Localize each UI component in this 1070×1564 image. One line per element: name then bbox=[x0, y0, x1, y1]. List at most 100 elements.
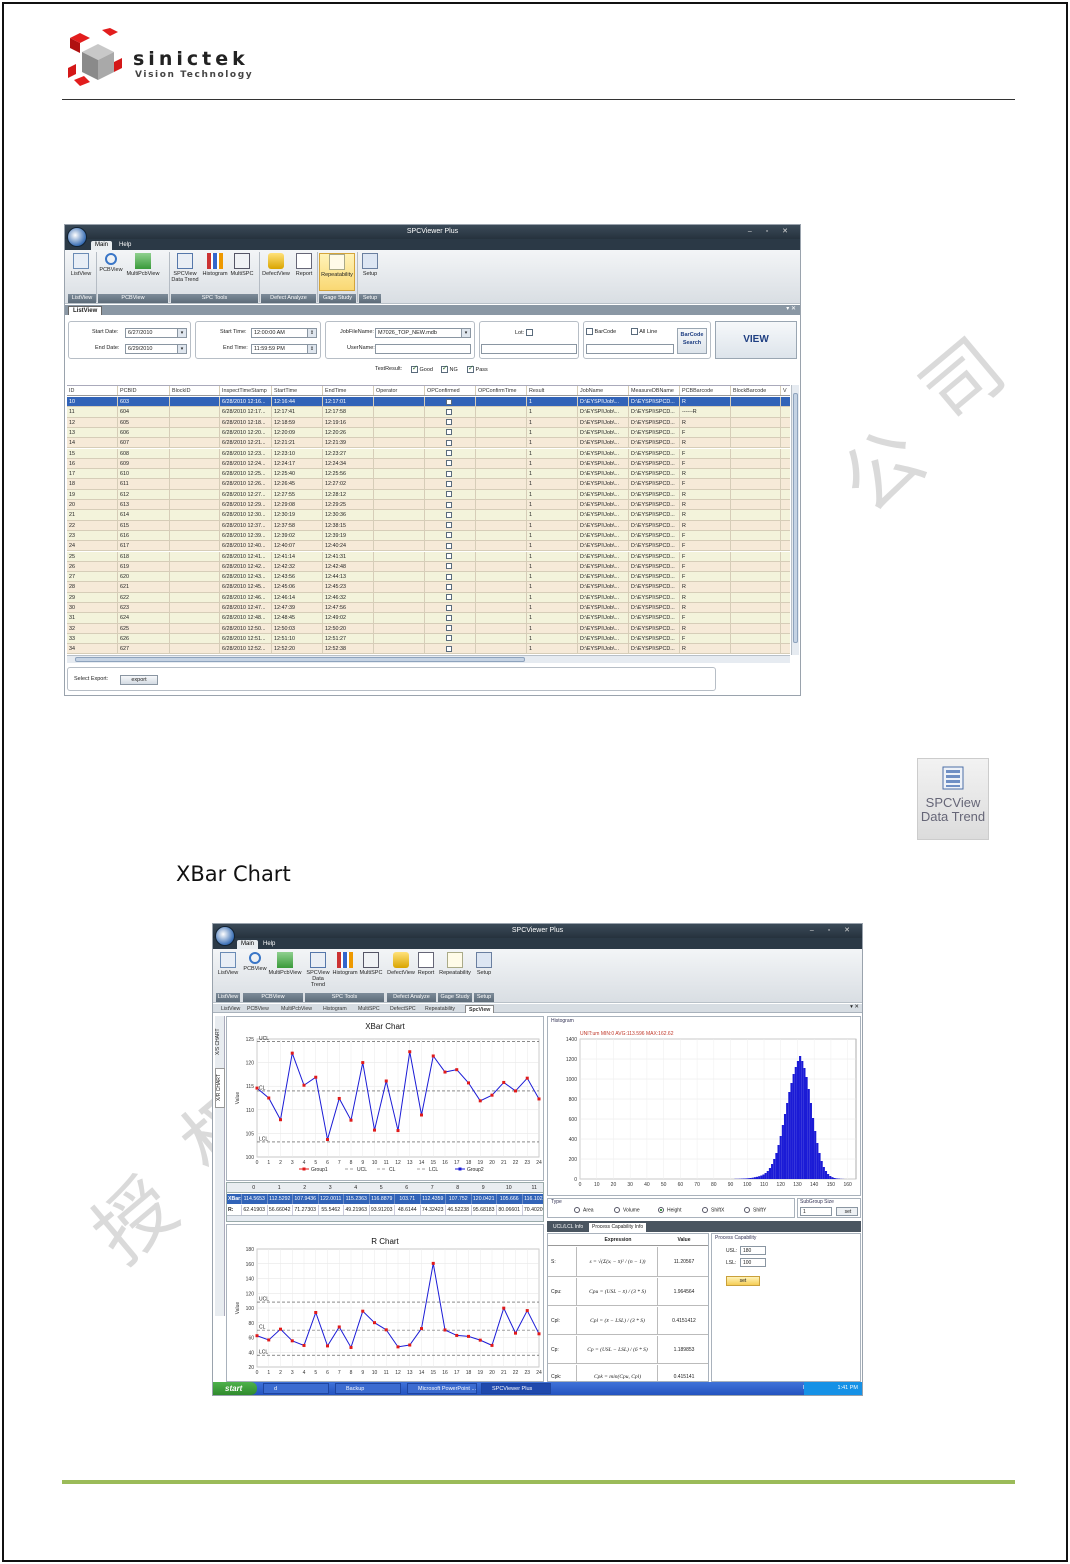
table-vertical-scrollbar[interactable] bbox=[791, 385, 799, 655]
column-header[interactable]: Result bbox=[527, 386, 578, 396]
table-row[interactable]: 29 622 6/28/2010 12:46... 12:46:14 12:46:32 1… bbox=[67, 592, 790, 603]
window-controls[interactable]: – ▫ ✕ bbox=[748, 225, 794, 239]
ribbon-setup-button[interactable]: Setup bbox=[474, 952, 494, 990]
menu-tab-help[interactable]: Help bbox=[259, 940, 279, 949]
opconfirmed-checkbox[interactable] bbox=[446, 450, 452, 457]
side-tab-xs[interactable]: X/S CHART bbox=[215, 1022, 225, 1062]
table-row[interactable]: 33 626 6/28/2010 12:51... 12:51:10 12:51:27 1… bbox=[67, 633, 790, 645]
ribbon-listview-button[interactable]: ListView bbox=[68, 253, 94, 291]
barcode-search-button[interactable]: BarCode Search bbox=[677, 328, 707, 354]
start-date-input[interactable]: 6/27/2010 ▾ bbox=[125, 328, 187, 338]
opconfirmed-checkbox[interactable] bbox=[446, 614, 452, 621]
username-input[interactable] bbox=[375, 344, 471, 354]
table-row[interactable]: 12 605 6/28/2010 12:18... 12:18:59 12:19:16 1… bbox=[67, 417, 790, 428]
ribbon-histogram-button[interactable]: Histogram bbox=[332, 952, 358, 990]
column-header[interactable]: EndTime bbox=[323, 386, 374, 396]
lot-input[interactable] bbox=[481, 344, 577, 354]
export-button[interactable]: export bbox=[120, 675, 158, 685]
table-row[interactable]: 13 606 6/28/2010 12:20... 12:20:09 12:20:26 1… bbox=[67, 427, 790, 439]
taskbar-item-backup[interactable]: Backup bbox=[335, 1383, 401, 1394]
window-titlebar[interactable]: SPCViewer Plus – ▫ ✕ bbox=[65, 225, 800, 239]
ribbon-setup-button[interactable]: Setup bbox=[359, 253, 381, 291]
table-row[interactable]: 27 620 6/28/2010 12:43... 12:43:56 12:44:13 1… bbox=[67, 572, 790, 583]
table-row[interactable]: 26 619 6/28/2010 12:42... 12:42:32 12:42:48 1… bbox=[67, 561, 790, 573]
ribbon-multispc-button[interactable]: MultiSPC bbox=[359, 952, 383, 990]
subgroup-input[interactable]: 1 bbox=[800, 1207, 832, 1216]
radio-volume[interactable] bbox=[614, 1207, 620, 1213]
opconfirmed-checkbox[interactable] bbox=[446, 573, 452, 580]
table-row[interactable]: 17 610 6/28/2010 12:25... 12:25:40 12:25:56 1… bbox=[67, 469, 790, 480]
chevron-down-icon[interactable]: ▾ bbox=[177, 329, 186, 337]
opconfirmed-checkbox[interactable] bbox=[446, 480, 452, 487]
menu-tab-main[interactable]: Main bbox=[91, 241, 113, 250]
ribbon-report-button[interactable]: Report bbox=[416, 952, 436, 990]
chevron-down-icon[interactable]: ▾ bbox=[177, 345, 186, 353]
ribbon-repeatability-button[interactable]: Repeatability bbox=[319, 253, 355, 291]
doc-tab-listview[interactable]: ListView bbox=[221, 1005, 240, 1013]
doc-tab-multipcbview[interactable]: MultiPcbView bbox=[281, 1005, 312, 1013]
allline-checkbox[interactable] bbox=[631, 328, 638, 335]
opconfirmed-checkbox[interactable] bbox=[446, 470, 452, 477]
tab-ucl-lcl-info[interactable]: UCL/LCL Info bbox=[550, 1223, 586, 1232]
menu-tab-help[interactable]: Help bbox=[115, 241, 135, 250]
ng-option[interactable]: NG bbox=[441, 364, 458, 373]
lot-checkbox[interactable] bbox=[525, 329, 533, 336]
opconfirmed-checkbox[interactable] bbox=[446, 594, 452, 601]
table-row[interactable]: 10 603 6/28/2010 12:16... 12:16:44 12:17:01 1… bbox=[67, 397, 790, 408]
grid-horizontal-scrollbar[interactable] bbox=[227, 1215, 543, 1221]
system-tray-clock[interactable]: 1:41 PM bbox=[804, 1382, 862, 1395]
grid-xbar-row[interactable]: XBar: 114.5653 112.5292 107.9436 122.0011 115… bbox=[227, 1194, 543, 1204]
type-option-shiftx[interactable]: ShiftX bbox=[702, 1207, 724, 1213]
doc-tab-spcview[interactable]: SpcView bbox=[465, 1005, 495, 1013]
pass-checkbox[interactable] bbox=[467, 364, 474, 373]
ribbon-report-button[interactable]: Report bbox=[293, 253, 315, 291]
table-row[interactable]: 24 617 6/28/2010 12:40... 12:40:07 12:40:24 1… bbox=[67, 541, 790, 552]
column-header[interactable]: JobName bbox=[578, 386, 629, 396]
ribbon-datatrend-button[interactable]: SPCView Data Trend bbox=[305, 952, 331, 990]
table-row[interactable]: 18 611 6/28/2010 12:26... 12:26:45 12:27:02 1… bbox=[67, 479, 790, 490]
ribbon-listview-button[interactable]: ListView bbox=[216, 952, 240, 990]
tab-close-icon[interactable]: ▾ ✕ bbox=[786, 305, 796, 312]
table-row[interactable]: 30 623 6/28/2010 12:47... 12:47:39 12:47:56 1… bbox=[67, 603, 790, 614]
doc-tab-defectspc[interactable]: DefectSPC bbox=[390, 1005, 416, 1013]
barcode-input[interactable] bbox=[586, 344, 674, 354]
column-header[interactable]: Operator bbox=[374, 386, 425, 396]
column-header[interactable]: BlockID bbox=[170, 386, 220, 396]
pass-option[interactable]: Pass bbox=[467, 364, 488, 373]
ribbon-histogram-button[interactable]: Histogram bbox=[201, 253, 229, 291]
opconfirmed-checkbox[interactable] bbox=[446, 532, 452, 539]
ribbon-datatrend-button[interactable]: SPCView Data Trend bbox=[171, 253, 199, 291]
tab-close-icon[interactable]: ▾ ✕ bbox=[850, 1004, 859, 1010]
column-header[interactable]: StartTime bbox=[272, 386, 323, 396]
ribbon-pcbview-button[interactable]: PCBView bbox=[243, 952, 267, 990]
table-horizontal-scrollbar[interactable] bbox=[67, 655, 790, 663]
opconfirmed-checkbox[interactable] bbox=[446, 583, 452, 590]
table-row[interactable]: 19 612 6/28/2010 12:27... 12:27:55 12:28:12 1… bbox=[67, 489, 790, 500]
type-option-height[interactable]: Height bbox=[658, 1207, 681, 1213]
ribbon-defectview-button[interactable]: DefectView bbox=[261, 253, 291, 291]
opconfirmed-checkbox[interactable] bbox=[446, 645, 452, 652]
chevron-down-icon[interactable]: ▾ bbox=[461, 329, 470, 337]
job-file-select[interactable]: M7026_TOP_NEW.mdb ▾ bbox=[375, 328, 471, 338]
end-time-input[interactable]: 11:59:59 PM ⇕ bbox=[251, 344, 317, 354]
opconfirmed-checkbox[interactable] bbox=[446, 542, 452, 549]
opconfirmed-checkbox[interactable] bbox=[446, 439, 452, 446]
barcode-checkbox[interactable] bbox=[586, 328, 593, 335]
ribbon-multipcbview-button[interactable]: MultiPcbView bbox=[125, 253, 161, 291]
column-header[interactable]: BlockBarcode bbox=[731, 386, 781, 396]
type-option-area[interactable]: Area bbox=[574, 1207, 594, 1213]
end-date-input[interactable]: 6/29/2010 ▾ bbox=[125, 344, 187, 354]
allline-option[interactable]: All Line bbox=[631, 328, 657, 335]
scroll-thumb[interactable] bbox=[75, 657, 525, 662]
app-orb-icon[interactable] bbox=[67, 227, 87, 247]
grid-r-row[interactable]: R: 62.41903 56.66042 71.27303 55.5462 49.2196… bbox=[227, 1205, 543, 1215]
spinner-icon[interactable]: ⇕ bbox=[307, 345, 316, 353]
doc-tab-multispc[interactable]: MultiSPC bbox=[358, 1005, 380, 1013]
opconfirmed-checkbox[interactable] bbox=[446, 553, 452, 560]
opconfirmed-checkbox[interactable] bbox=[446, 563, 452, 570]
barcode-option[interactable]: BarCode bbox=[586, 328, 616, 335]
table-row[interactable]: 22 615 6/28/2010 12:37... 12:37:58 12:38:15 1… bbox=[67, 520, 790, 531]
radio-height[interactable] bbox=[658, 1207, 664, 1213]
window-controls[interactable]: – ▫ ✕ bbox=[810, 924, 856, 938]
ribbon-multipcbview-button[interactable]: MultiPcbView bbox=[268, 952, 302, 990]
